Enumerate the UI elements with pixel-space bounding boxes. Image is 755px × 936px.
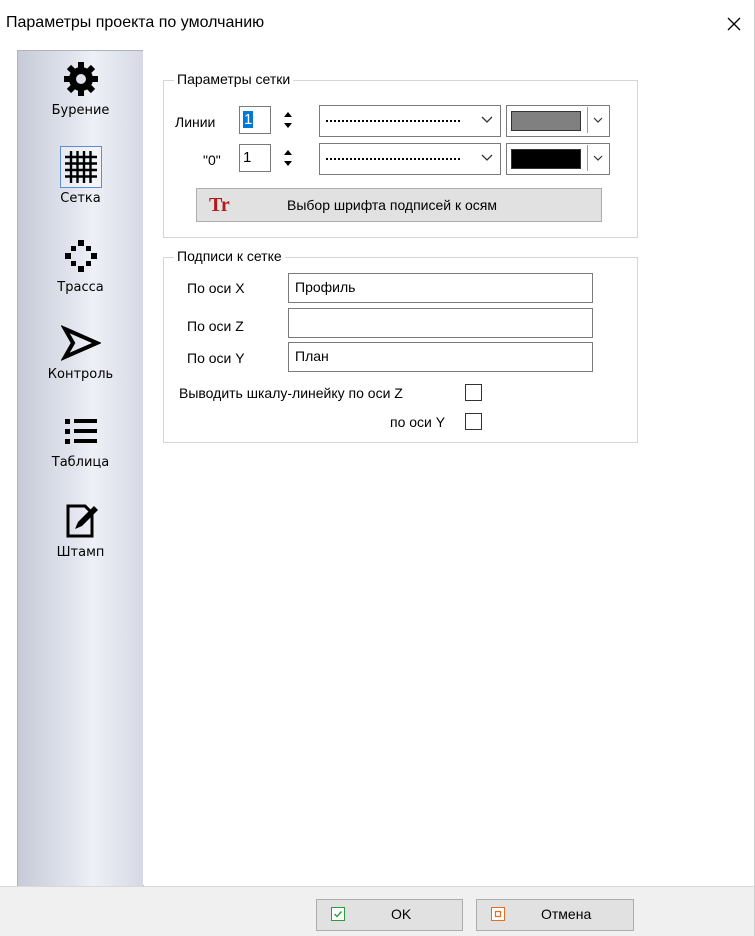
close-icon xyxy=(727,17,741,31)
lines-label: Линии xyxy=(175,114,216,130)
group-title: Подписи к сетке xyxy=(174,248,285,264)
ruler-y-checkbox[interactable] xyxy=(465,413,482,430)
color-swatch xyxy=(511,149,581,169)
dialog-footer: OK Отмена xyxy=(0,886,754,936)
color-swatch xyxy=(511,111,581,131)
line-style-preview xyxy=(326,158,460,160)
control-icon xyxy=(60,325,101,361)
zero-color-picker[interactable] xyxy=(506,143,610,175)
ok-button-label: OK xyxy=(391,906,412,922)
sidebar-item-control[interactable]: Контроль xyxy=(18,323,143,382)
y-axis-caption-input[interactable]: План xyxy=(288,342,593,372)
cancel-button-label: Отмена xyxy=(541,906,592,922)
lines-spin-arrows[interactable] xyxy=(279,108,297,132)
z-axis-label: По оси Z xyxy=(187,318,244,334)
group-title: Параметры сетки xyxy=(174,71,294,87)
sidebar-item-table[interactable]: Таблица xyxy=(18,411,143,470)
chevron-down-icon xyxy=(481,116,493,123)
chevron-down-icon xyxy=(481,154,493,161)
sidebar-item-label: Трасса xyxy=(57,280,104,295)
ruler-y-label: по оси Y xyxy=(390,414,446,430)
sidebar-item-label: Контроль xyxy=(47,367,114,382)
ruler-z-label: Выводить шкалу-линейку по оси Z xyxy=(179,385,403,401)
z-axis-caption-input[interactable] xyxy=(288,308,593,338)
line-style-preview xyxy=(326,120,460,122)
ok-button[interactable]: OK xyxy=(316,899,463,931)
sidebar-item-drilling[interactable]: Бурение xyxy=(18,59,143,118)
stamp-edit-icon xyxy=(66,504,98,538)
window-title: Параметры проекта по умолчанию xyxy=(6,14,265,31)
ruler-z-checkbox[interactable] xyxy=(465,384,482,401)
zero-style-select[interactable] xyxy=(319,143,501,175)
sidebar-item-grid[interactable]: Сетка xyxy=(18,146,143,206)
font-icon: Tr xyxy=(209,194,230,216)
check-icon xyxy=(331,907,345,921)
color-dropdown-button[interactable] xyxy=(587,107,608,133)
sidebar-item-label: Штамп xyxy=(56,545,105,560)
lines-input[interactable]: 1 xyxy=(239,106,271,134)
gear-icon xyxy=(63,62,98,96)
color-dropdown-button[interactable] xyxy=(587,145,608,171)
x-axis-caption-input[interactable]: Профиль xyxy=(288,273,593,303)
sidebar-item-label: Бурение xyxy=(51,103,110,118)
sidebar-item-route[interactable]: Трасса xyxy=(18,236,143,295)
lines-style-select[interactable] xyxy=(319,105,501,137)
list-icon xyxy=(64,419,97,444)
route-icon xyxy=(64,240,97,272)
spin-arrows-icon xyxy=(284,150,292,166)
axis-font-button[interactable]: Tr Выбор шрифта подписей к осям xyxy=(196,188,602,222)
grid-icon xyxy=(59,146,102,188)
cancel-button[interactable]: Отмена xyxy=(476,899,634,931)
close-button[interactable] xyxy=(714,6,754,42)
dialog-window: Параметры проекта по умолчанию Бурение С… xyxy=(0,0,755,936)
x-axis-label: По оси X xyxy=(187,280,245,296)
sidebar-item-stamp[interactable]: Штамп xyxy=(18,501,143,560)
settings-panel: Параметры сетки Линии 1 "0" 1 Tr Выбор ш… xyxy=(143,50,754,885)
axis-font-button-label: Выбор шрифта подписей к осям xyxy=(287,197,497,213)
category-sidebar: Бурение Сетка Трасса Контроль Таблица Шт… xyxy=(17,50,144,887)
zero-spin-arrows[interactable] xyxy=(279,146,297,170)
chevron-down-icon xyxy=(593,155,603,161)
y-axis-label: По оси Y xyxy=(187,350,245,366)
spin-arrows-icon xyxy=(284,112,292,128)
cancel-icon xyxy=(491,907,505,921)
lines-color-picker[interactable] xyxy=(506,105,610,137)
zero-input[interactable]: 1 xyxy=(239,144,271,172)
zero-label: "0" xyxy=(203,152,221,168)
sidebar-item-label: Сетка xyxy=(60,191,101,206)
sidebar-item-label: Таблица xyxy=(51,455,110,470)
chevron-down-icon xyxy=(593,117,603,123)
title-bar: Параметры проекта по умолчанию xyxy=(0,0,754,48)
